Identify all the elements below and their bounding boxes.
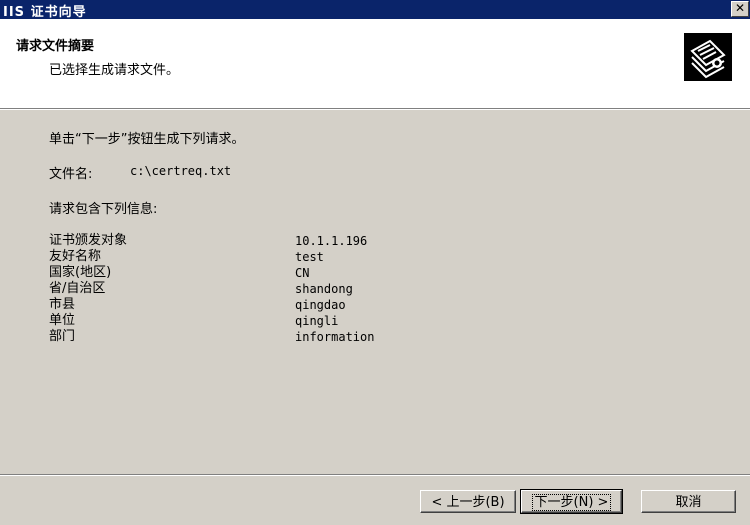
- info-label: 国家(地区): [49, 265, 112, 280]
- list-item: 市县 qingdao: [49, 297, 449, 313]
- window-title: IIS 证书向导: [3, 5, 87, 20]
- info-value: 10.1.1.196: [295, 234, 368, 248]
- info-value: CN: [295, 266, 310, 280]
- info-value: qingdao: [295, 298, 346, 312]
- instruction-text: 单击“下一步”按钮生成下列请求。: [49, 132, 245, 147]
- cancel-button[interactable]: 取消: [641, 490, 736, 513]
- info-heading: 请求包含下列信息:: [49, 202, 158, 217]
- list-item: 单位 qingli: [49, 313, 449, 329]
- file-value: c:\certreq.txt: [130, 164, 232, 178]
- info-label: 单位: [49, 313, 76, 328]
- cancel-button-label: 取消: [675, 495, 702, 510]
- page-subtitle: 已选择生成请求文件。: [49, 63, 180, 78]
- wizard-header: 请求文件摘要 已选择生成请求文件。: [0, 19, 750, 110]
- request-info-list: 证书颁发对象 10.1.1.196 友好名称 test 国家(地区) CN 省/…: [49, 233, 449, 345]
- info-label: 市县: [49, 297, 76, 312]
- certificate-icon: [684, 33, 732, 81]
- info-value: information: [295, 330, 375, 344]
- file-label: 文件名:: [49, 167, 93, 182]
- info-label: 友好名称: [49, 249, 102, 264]
- close-button[interactable]: ✕: [731, 1, 749, 17]
- close-icon: ✕: [734, 1, 746, 15]
- list-item: 省/自治区 shandong: [49, 281, 449, 297]
- info-label: 省/自治区: [49, 281, 106, 296]
- back-button[interactable]: < 上一步(B): [420, 490, 516, 513]
- list-item: 证书颁发对象 10.1.1.196: [49, 233, 449, 249]
- page-title: 请求文件摘要: [16, 39, 95, 54]
- info-label: 部门: [49, 329, 76, 344]
- info-label: 证书颁发对象: [49, 233, 128, 248]
- title-bar: IIS 证书向导 ✕: [0, 0, 750, 20]
- info-value: test: [295, 250, 324, 264]
- info-value: qingli: [295, 314, 339, 328]
- back-button-label: < 上一步(B): [431, 495, 505, 510]
- list-item: 部门 information: [49, 329, 449, 345]
- next-button[interactable]: 下一步(N) >: [520, 489, 623, 514]
- next-button-label: 下一步(N) >: [531, 494, 612, 511]
- list-item: 友好名称 test: [49, 249, 449, 265]
- info-value: shandong: [295, 282, 353, 296]
- footer-divider: [0, 474, 750, 476]
- list-item: 国家(地区) CN: [49, 265, 449, 281]
